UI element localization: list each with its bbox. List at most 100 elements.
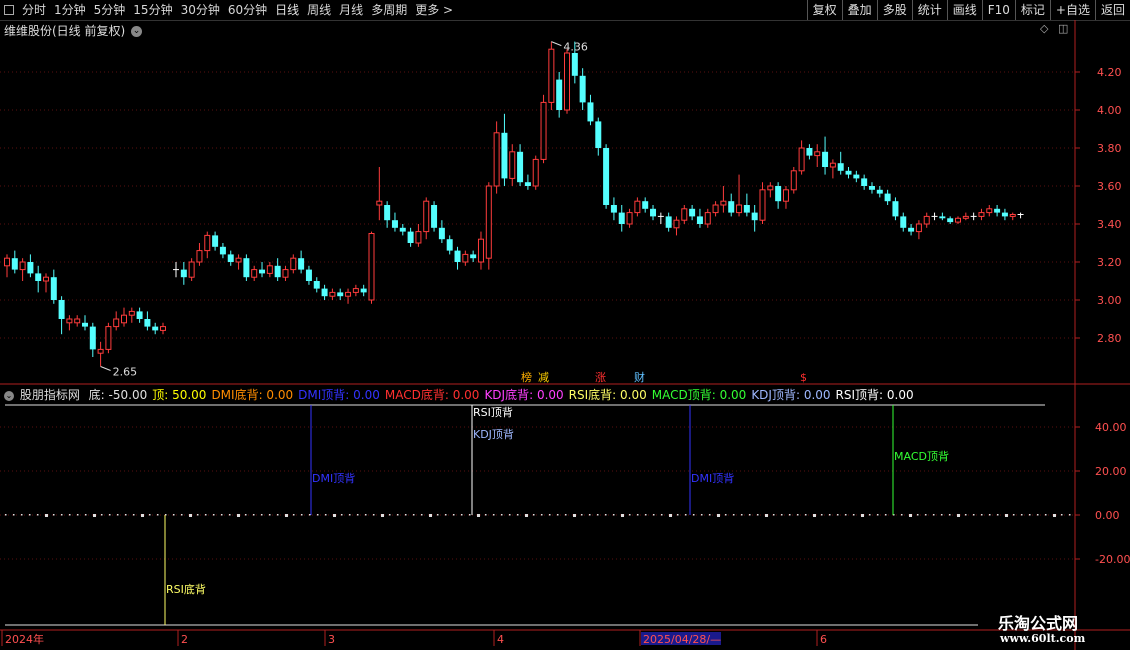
indicator-menu-icon[interactable]: ⌄	[4, 390, 14, 401]
candle[interactable]	[603, 144, 610, 209]
candle[interactable]	[994, 205, 1001, 217]
candle[interactable]	[282, 265, 289, 281]
candle[interactable]	[454, 246, 461, 270]
candle[interactable]	[673, 216, 680, 236]
candle[interactable]	[329, 288, 336, 300]
candle[interactable]	[470, 250, 477, 262]
candle[interactable]	[884, 189, 891, 205]
candle[interactable]	[814, 144, 821, 167]
candle[interactable]	[524, 174, 531, 190]
candle[interactable]	[939, 212, 946, 221]
candle[interactable]	[180, 262, 187, 285]
candle[interactable]	[743, 193, 750, 217]
event-tag[interactable]: 榜	[521, 370, 532, 384]
candle[interactable]	[259, 262, 266, 278]
candle[interactable]	[759, 182, 766, 224]
candle[interactable]	[493, 121, 500, 194]
candle[interactable]	[352, 284, 359, 297]
candle[interactable]	[696, 208, 703, 228]
candle[interactable]	[136, 307, 143, 323]
candle[interactable]	[970, 212, 977, 221]
candle[interactable]	[415, 224, 422, 247]
candle[interactable]	[853, 170, 860, 183]
candle[interactable]	[579, 68, 586, 110]
candle[interactable]	[790, 167, 797, 194]
candle[interactable]	[892, 197, 899, 221]
candle[interactable]	[446, 235, 453, 255]
candle[interactable]	[947, 216, 954, 224]
candle[interactable]	[298, 250, 305, 274]
candle[interactable]	[845, 167, 852, 179]
candle[interactable]	[618, 205, 625, 232]
candle[interactable]	[74, 315, 81, 327]
candle[interactable]	[822, 136, 829, 175]
candle[interactable]	[89, 322, 96, 357]
candle[interactable]	[305, 265, 312, 285]
candle[interactable]	[642, 197, 649, 213]
candle[interactable]	[712, 201, 719, 217]
candle[interactable]	[438, 220, 445, 243]
candle[interactable]	[321, 284, 328, 300]
candle[interactable]	[337, 288, 344, 300]
candle[interactable]	[399, 224, 406, 236]
candle[interactable]	[681, 205, 688, 224]
candle[interactable]	[431, 201, 438, 232]
candle[interactable]	[4, 254, 10, 278]
candle[interactable]	[27, 254, 34, 278]
candle[interactable]	[407, 227, 414, 247]
candle[interactable]	[931, 212, 938, 221]
candle[interactable]	[243, 254, 250, 281]
candle[interactable]	[50, 269, 57, 304]
candle[interactable]	[782, 186, 789, 209]
candle[interactable]	[105, 322, 112, 354]
candle[interactable]	[736, 174, 743, 217]
candle[interactable]	[313, 277, 320, 293]
candle[interactable]	[113, 311, 120, 331]
event-tag[interactable]: 减	[538, 371, 549, 384]
candle[interactable]	[767, 182, 774, 198]
candle[interactable]	[290, 254, 297, 274]
candle[interactable]	[360, 284, 367, 297]
candle[interactable]	[626, 208, 633, 228]
candle[interactable]	[173, 262, 179, 278]
candle[interactable]	[391, 212, 398, 232]
candle[interactable]	[219, 243, 226, 259]
candle[interactable]	[955, 216, 961, 224]
candle[interactable]	[235, 254, 242, 270]
event-tag[interactable]: $	[800, 371, 807, 384]
candle[interactable]	[595, 117, 602, 156]
candle[interactable]	[634, 197, 641, 217]
candle[interactable]	[915, 220, 922, 240]
candle[interactable]	[861, 174, 868, 190]
candle[interactable]	[962, 212, 969, 221]
candle[interactable]	[1001, 208, 1008, 221]
candle[interactable]	[540, 94, 547, 164]
candle[interactable]	[806, 144, 813, 160]
candle[interactable]	[532, 155, 539, 190]
candle[interactable]	[689, 205, 696, 221]
candle[interactable]	[564, 49, 570, 114]
candle[interactable]	[384, 201, 391, 228]
candle[interactable]	[274, 258, 281, 281]
indicator-name[interactable]: 股朋指标网	[20, 388, 80, 402]
candle[interactable]	[978, 208, 985, 221]
candle[interactable]	[462, 250, 469, 266]
candle[interactable]	[423, 197, 430, 240]
candle[interactable]	[501, 113, 508, 186]
candle[interactable]	[97, 341, 104, 367]
candle[interactable]	[144, 311, 151, 331]
candle[interactable]	[657, 212, 664, 224]
candle[interactable]	[900, 212, 907, 232]
candle[interactable]	[837, 151, 844, 175]
candle[interactable]	[650, 205, 657, 221]
candle[interactable]	[266, 262, 273, 278]
candle[interactable]	[610, 197, 617, 221]
candle[interactable]	[775, 182, 782, 209]
candle[interactable]	[227, 250, 234, 266]
candle[interactable]	[66, 315, 73, 331]
candle[interactable]	[212, 231, 219, 251]
event-tag[interactable]: 财	[634, 370, 645, 384]
candle[interactable]	[152, 322, 159, 335]
candle[interactable]	[517, 144, 524, 186]
candle[interactable]	[188, 258, 195, 281]
